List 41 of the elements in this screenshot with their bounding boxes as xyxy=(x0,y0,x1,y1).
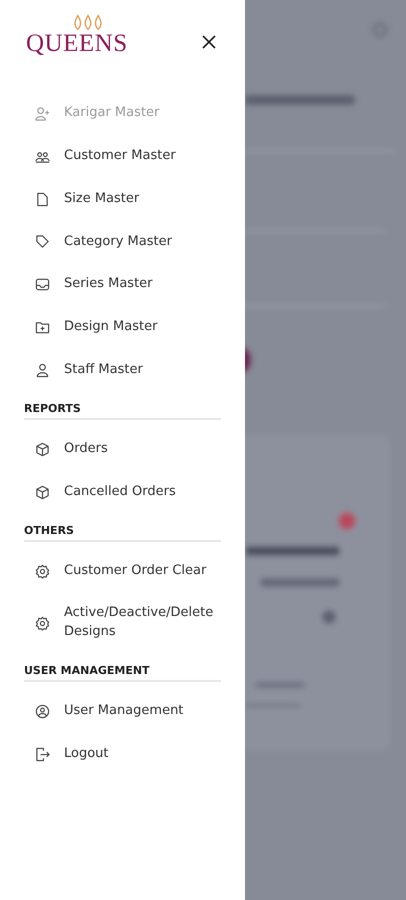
user-icon xyxy=(35,362,50,378)
user-add-icon xyxy=(35,106,50,121)
box-icon xyxy=(35,484,50,500)
menu-item[interactable]: Series Master xyxy=(24,263,221,306)
menu-item[interactable]: Customer Order Clear xyxy=(24,550,221,592)
menu-item[interactable]: Orders xyxy=(24,428,221,471)
menu-item-label: Orders xyxy=(64,440,108,458)
section-heading: OTHERS xyxy=(24,514,221,542)
inbox-icon xyxy=(35,277,50,292)
menu-item[interactable]: Size Master xyxy=(24,178,221,221)
menu-item-label: Active/Deactive/Delete Designs xyxy=(64,604,214,642)
section-heading: REPORTS xyxy=(24,392,221,420)
menu-item-label: Logout xyxy=(64,744,109,763)
menu-item-label: Customer Order Clear xyxy=(64,562,206,580)
tag-icon xyxy=(35,234,50,250)
menu-item-label: Size Master xyxy=(64,190,140,208)
box-icon xyxy=(35,442,50,457)
menu-item-label: Staff Master xyxy=(64,361,143,380)
menu-item[interactable]: Active/Deactive/Delete Designs xyxy=(24,592,221,654)
menu-item-label: Karigar Master xyxy=(64,104,160,122)
menu-item[interactable]: Category Master xyxy=(24,220,221,264)
section-heading: USER MANAGEMENT xyxy=(24,654,221,682)
menu-item-label: Cancelled Orders xyxy=(64,482,176,501)
file-icon xyxy=(35,192,50,207)
gear-icon xyxy=(35,616,50,631)
menu-item[interactable]: Cancelled Orders xyxy=(24,470,221,514)
menu-item[interactable]: Customer Master xyxy=(24,134,221,178)
menu-item[interactable]: Design Master xyxy=(24,306,221,350)
menu-item-label: Series Master xyxy=(64,275,153,294)
folder-icon xyxy=(35,320,50,336)
menu-item-label: Category Master xyxy=(64,232,172,251)
logout-icon xyxy=(35,746,50,762)
menu-item[interactable]: Logout xyxy=(24,732,221,776)
menu-item-label: Customer Master xyxy=(64,146,176,165)
logo-text: QUEENS xyxy=(26,31,128,56)
gear-icon xyxy=(35,564,50,579)
menu-item-label: User Management xyxy=(64,702,184,720)
menu-item-label: Design Master xyxy=(64,318,158,336)
user-circle-icon xyxy=(35,704,50,720)
menu-item[interactable]: User Management xyxy=(24,690,221,733)
menu-item[interactable]: Staff Master xyxy=(24,349,221,392)
